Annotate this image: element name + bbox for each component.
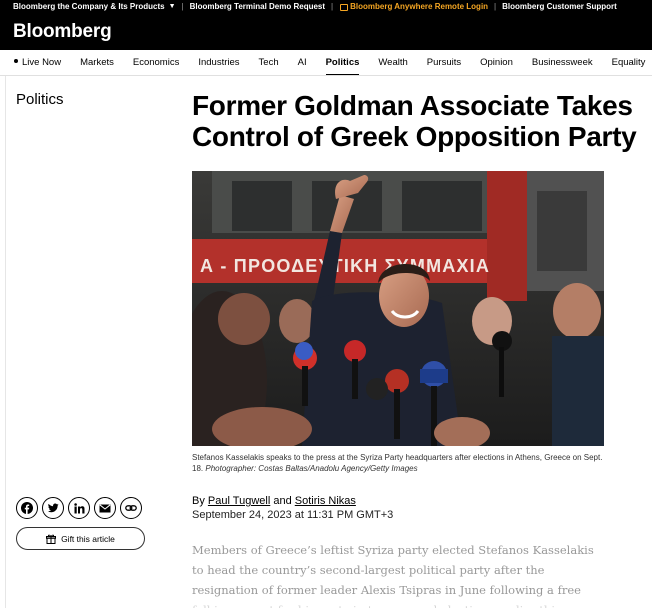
email-icon	[99, 503, 111, 512]
author-link-1[interactable]: Paul Tugwell	[208, 495, 270, 507]
anywhere-icon	[339, 2, 349, 11]
left-rail-divider	[5, 76, 6, 608]
gift-article-button[interactable]: Gift this article	[16, 527, 145, 550]
nav-item-tech[interactable]: Tech	[259, 57, 279, 68]
article-photo: Α - ΠΡΟΟΔΕΥΤΙΚΗ ΣΥΜΜΑΧΙΑ	[192, 171, 604, 446]
photo-banner-text: Α - ΠΡΟΟΔΕΥΤΙΚΗ ΣΥΜΜΑΧΙΑ	[200, 256, 490, 276]
company-products-link[interactable]: Bloomberg the Company & Its Products	[13, 2, 165, 11]
facebook-icon	[21, 502, 33, 514]
byline-prefix: By	[192, 495, 205, 507]
nav-item-ai[interactable]: AI	[298, 57, 307, 68]
share-bar	[16, 497, 142, 519]
gift-icon	[46, 534, 57, 544]
bloomberg-logo[interactable]: Bloomberg	[13, 21, 112, 43]
nav-item-opinion[interactable]: Opinion	[480, 57, 513, 68]
nav-item-markets[interactable]: Markets	[80, 57, 114, 68]
link-icon	[125, 505, 137, 511]
divider: |	[331, 1, 334, 11]
nav-item-economics[interactable]: Economics	[133, 57, 179, 68]
main-nav: Live Now Markets Economics Industries Te…	[0, 50, 652, 76]
byline: By Paul Tugwell and Sotiris Nikas	[192, 494, 356, 508]
facebook-share-button[interactable]	[16, 497, 38, 519]
divider: |	[494, 1, 497, 11]
body-line: to head the country’s second-largest pol…	[192, 563, 545, 577]
body-line: Members of Greece’s leftist Syriza party…	[192, 543, 594, 557]
section-label[interactable]: Politics	[16, 91, 64, 108]
divider: |	[181, 1, 184, 11]
live-dot-icon	[14, 59, 18, 64]
nav-item-equality[interactable]: Equality	[612, 57, 646, 68]
utility-bar: Bloomberg the Company & Its Products ▼ |…	[0, 0, 617, 12]
twitter-icon	[47, 503, 59, 513]
publish-date: September 24, 2023 at 11:31 PM GMT+3	[192, 509, 394, 521]
nav-item-businessweek[interactable]: Businessweek	[532, 57, 593, 68]
twitter-share-button[interactable]	[42, 497, 64, 519]
body-line: fall in support for his party in two gen…	[192, 600, 604, 608]
byline-and: and	[273, 495, 292, 507]
terminal-demo-link[interactable]: Bloomberg Terminal Demo Request	[190, 2, 325, 11]
headline-line-2: Control of Greek Opposition Party	[192, 121, 637, 152]
gift-label: Gift this article	[61, 533, 115, 544]
email-share-button[interactable]	[94, 497, 116, 519]
author-link-2[interactable]: Sotiris Nikas	[295, 495, 356, 507]
nav-item-wealth[interactable]: Wealth	[378, 57, 407, 68]
top-bar: Bloomberg the Company & Its Products ▼ |…	[0, 0, 652, 50]
article-headline: Former Goldman Associate Takes Control o…	[192, 90, 652, 152]
photo-credit: Photographer: Costas Baltas/Anadolu Agen…	[205, 464, 418, 473]
nav-item-live-now[interactable]: Live Now	[14, 57, 61, 68]
nav-item-politics[interactable]: Politics	[325, 57, 359, 75]
nav-item-pursuits[interactable]: Pursuits	[427, 57, 461, 68]
body-line: resignation of former leader Alexis Tsip…	[192, 583, 581, 597]
photo-caption: Stefanos Kasselakis speaks to the press …	[192, 452, 604, 474]
customer-support-link[interactable]: Bloomberg Customer Support	[502, 2, 617, 11]
anywhere-login-link[interactable]: Bloomberg Anywhere Remote Login	[350, 2, 488, 11]
chevron-down-icon[interactable]: ▼	[169, 3, 176, 10]
nav-item-industries[interactable]: Industries	[198, 57, 239, 68]
article-body: Members of Greece’s leftist Syriza party…	[192, 540, 604, 608]
headline-line-1: Former Goldman Associate Takes	[192, 90, 633, 121]
linkedin-share-button[interactable]	[68, 497, 90, 519]
copy-link-button[interactable]	[120, 497, 142, 519]
linkedin-icon	[73, 502, 84, 513]
